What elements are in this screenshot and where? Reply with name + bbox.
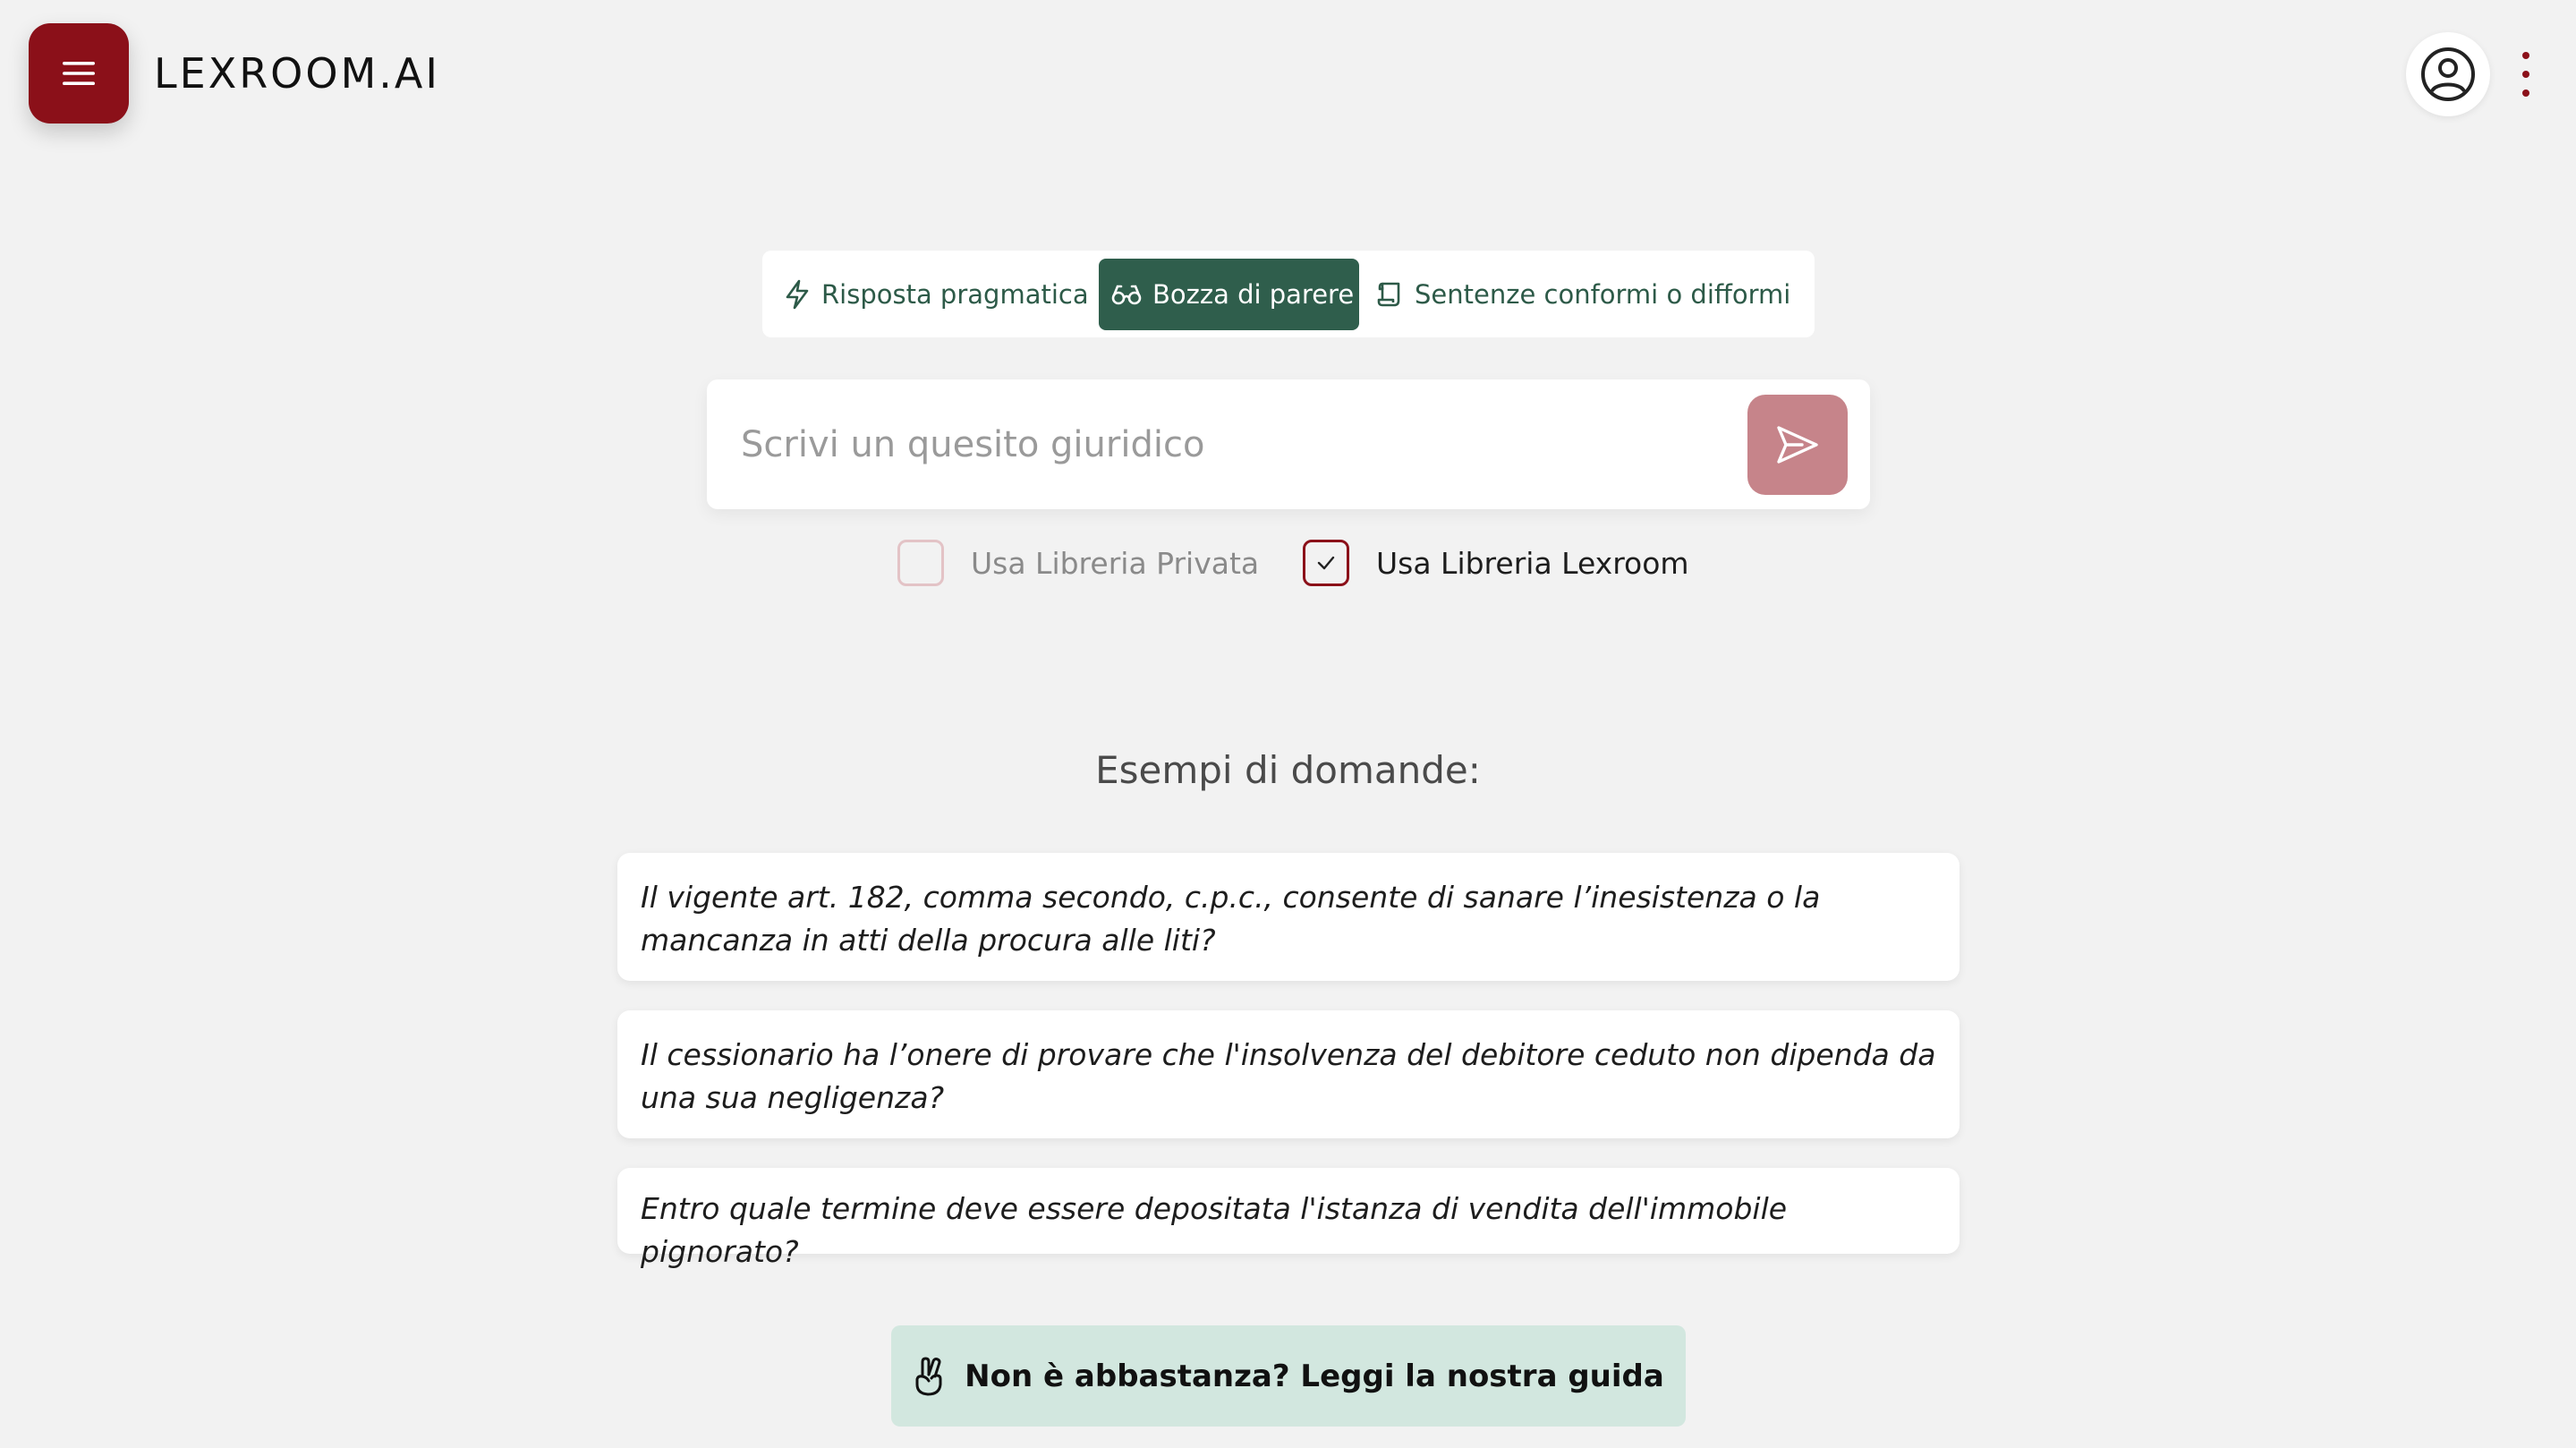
lexroom-library-option[interactable]: Usa Libreria Lexroom <box>1303 537 1689 589</box>
send-button[interactable] <box>1747 395 1848 495</box>
example-question[interactable]: Il vigente art. 182, comma secondo, c.p.… <box>617 853 1960 981</box>
menu-button[interactable] <box>29 23 129 124</box>
glasses-icon <box>1111 285 1142 304</box>
user-account-button[interactable] <box>2406 32 2490 116</box>
guide-button[interactable]: Non è abbastanza? Leggi la nostra guida <box>891 1325 1686 1427</box>
hamburger-icon <box>63 62 95 85</box>
example-question[interactable]: Il cessionario ha l’onere di provare che… <box>617 1010 1960 1138</box>
kebab-dot <box>2522 71 2529 78</box>
mode-tabs: Risposta pragmatica Bozza di parere Sent… <box>762 251 1815 337</box>
tab-label: Sentenze conformi o difformi <box>1415 278 1791 310</box>
user-circle-icon <box>2421 47 2475 101</box>
tab-sentenze-conformi[interactable]: Sentenze conformi o difformi <box>1365 259 1803 330</box>
tab-label: Risposta pragmatica <box>821 278 1089 310</box>
tab-bozza-di-parere[interactable]: Bozza di parere <box>1099 258 1359 330</box>
private-library-checkbox[interactable] <box>897 540 944 586</box>
query-box <box>707 379 1870 509</box>
more-options-button[interactable] <box>2512 52 2539 97</box>
lexroom-library-label: Usa Libreria Lexroom <box>1376 545 1689 581</box>
tab-risposta-pragmatica[interactable]: Risposta pragmatica <box>771 259 1099 330</box>
send-icon <box>1777 426 1818 464</box>
private-library-label: Usa Libreria Privata <box>971 545 1260 581</box>
guide-label: Non è abbastanza? Leggi la nostra guida <box>965 1358 1664 1394</box>
scroll-icon <box>1377 282 1400 306</box>
example-question[interactable]: Entro quale termine deve essere deposita… <box>617 1168 1960 1269</box>
kebab-dot <box>2522 52 2529 59</box>
kebab-dot <box>2522 89 2529 97</box>
lightning-icon <box>786 279 809 309</box>
lexroom-library-checkbox[interactable] <box>1303 540 1349 586</box>
examples-title: Esempi di domande: <box>1095 748 1481 792</box>
logo[interactable]: LEXROOM.AI <box>154 47 440 100</box>
victory-hand-icon <box>915 1356 942 1395</box>
private-library-option[interactable]: Usa Libreria Privata <box>897 537 1259 589</box>
query-input[interactable] <box>739 412 1727 478</box>
checkmark-icon <box>1317 556 1335 570</box>
tab-label: Bozza di parere <box>1152 278 1355 310</box>
